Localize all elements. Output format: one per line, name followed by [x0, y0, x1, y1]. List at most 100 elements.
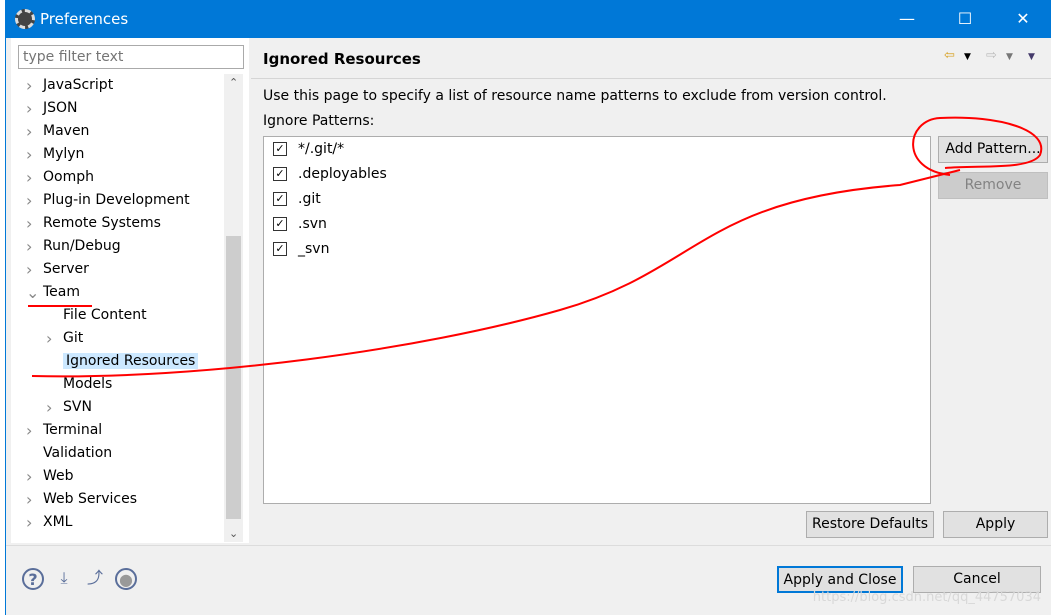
chevron-right-icon[interactable]: ›	[26, 212, 38, 235]
apply-button[interactable]: Apply	[943, 511, 1048, 538]
tree-item[interactable]: › Remote Systems	[11, 212, 223, 235]
tree-item[interactable]: Models	[11, 373, 223, 396]
help-icon[interactable]: ?	[22, 568, 44, 590]
tree-item-label: Mylyn	[43, 146, 85, 162]
tree-item[interactable]: ⌄ Team	[11, 281, 223, 304]
chevron-right-icon[interactable]: ›	[26, 235, 38, 258]
pattern-label: _svn	[298, 241, 330, 257]
view-menu-icon[interactable]: ▼	[1028, 52, 1035, 62]
chevron-right-icon[interactable]: ›	[26, 166, 38, 189]
tree-item[interactable]: › Plug-in Development	[11, 189, 223, 212]
oomph-record-icon[interactable]: ●	[115, 568, 137, 590]
tree-item-label: Web	[43, 468, 74, 484]
pattern-row[interactable]: ✓ .svn	[264, 212, 930, 237]
close-button[interactable]: ✕	[1000, 0, 1046, 38]
tree-item[interactable]: › Mylyn	[11, 143, 223, 166]
pattern-row[interactable]: ✓ */.git/*	[264, 137, 930, 162]
scrollbar-thumb[interactable]	[226, 236, 241, 519]
chevron-right-icon[interactable]: ›	[26, 74, 38, 97]
pattern-label: .svn	[298, 216, 327, 232]
chevron-right-icon[interactable]: ›	[26, 488, 38, 511]
tree-item-label: JSON	[43, 100, 78, 116]
window-title: Preferences	[40, 10, 129, 28]
tree-item-label: Remote Systems	[43, 215, 161, 231]
back-arrow-icon[interactable]: ⇦	[944, 48, 955, 63]
tree-item-label: Oomph	[43, 169, 94, 185]
watermark: https://blog.csdn.net/qq_44757034	[812, 590, 1041, 605]
remove-button[interactable]: Remove	[938, 172, 1048, 199]
maximize-button[interactable]: ☐	[942, 0, 988, 38]
preference-tree: › JavaScript › JSON › Maven › Mylyn › Oomph › Plug-…	[11, 74, 223, 534]
tree-item[interactable]: › Git	[11, 327, 223, 350]
preference-page: Ignored Resources ⇦ ▼ ⇨ ▼ ▼ Use this pag…	[251, 38, 1051, 543]
import-icon[interactable]: ⤓	[53, 568, 75, 590]
pattern-checkbox[interactable]: ✓	[273, 217, 287, 231]
chevron-right-icon[interactable]: ›	[26, 511, 38, 534]
chevron-right-icon[interactable]: ›	[26, 120, 38, 143]
scroll-down-icon[interactable]: ⌄	[229, 527, 238, 540]
filter-input[interactable]	[18, 45, 244, 69]
tree-item[interactable]: › Maven	[11, 120, 223, 143]
back-menu-icon[interactable]: ▼	[964, 52, 971, 62]
tree-item-label: Validation	[43, 445, 113, 461]
tree-item-label: File Content	[63, 307, 147, 323]
add-pattern-button[interactable]: Add Pattern...	[938, 136, 1048, 163]
tree-item-label: Models	[63, 376, 113, 392]
tree-item-label: Ignored Resources	[63, 353, 199, 369]
pattern-checkbox[interactable]: ✓	[273, 142, 287, 156]
pattern-row[interactable]: ✓ .deployables	[264, 162, 930, 187]
ignore-patterns-label: Ignore Patterns:	[263, 113, 375, 129]
tree-item-label: SVN	[63, 399, 92, 415]
tree-item[interactable]: › Run/Debug	[11, 235, 223, 258]
pattern-checkbox[interactable]: ✓	[273, 167, 287, 181]
tree-scrollbar[interactable]: ⌃ ⌄	[224, 74, 243, 542]
restore-defaults-button[interactable]: Restore Defaults	[806, 511, 934, 538]
tree-item[interactable]: Ignored Resources	[11, 350, 223, 373]
page-description: Use this page to specify a list of resou…	[263, 88, 887, 104]
tree-item[interactable]: File Content	[11, 304, 223, 327]
cancel-button[interactable]: Cancel	[913, 566, 1041, 593]
tree-item[interactable]: › JSON	[11, 97, 223, 120]
forward-arrow-icon[interactable]: ⇨	[986, 48, 997, 63]
chevron-right-icon[interactable]: ›	[46, 327, 58, 350]
tree-item[interactable]: › Oomph	[11, 166, 223, 189]
tree-item[interactable]: › Web	[11, 465, 223, 488]
tree-item-label: Run/Debug	[43, 238, 121, 254]
tree-item[interactable]: › Web Services	[11, 488, 223, 511]
chevron-right-icon[interactable]: ›	[26, 419, 38, 442]
eclipse-gear-icon	[15, 9, 35, 29]
tree-item[interactable]: › XML	[11, 511, 223, 534]
ignore-patterns-list[interactable]: ✓ */.git/* ✓ .deployables ✓ .git ✓ .svn ✓ _svn	[263, 136, 931, 504]
chevron-down-icon[interactable]: ⌄	[26, 281, 39, 304]
pattern-row[interactable]: ✓ .git	[264, 187, 930, 212]
tree-item-label: XML	[43, 514, 73, 530]
pattern-checkbox[interactable]: ✓	[273, 242, 287, 256]
preference-tree-panel: › JavaScript › JSON › Maven › Mylyn › Oomph › Plug-…	[11, 38, 249, 543]
chevron-right-icon[interactable]: ›	[26, 189, 38, 212]
pattern-checkbox[interactable]: ✓	[273, 192, 287, 206]
tree-item-label: Team	[43, 284, 81, 300]
tree-item[interactable]: › Terminal	[11, 419, 223, 442]
pattern-label: .deployables	[298, 166, 387, 182]
tree-item[interactable]: Validation	[11, 442, 223, 465]
forward-menu-icon[interactable]: ▼	[1006, 52, 1013, 62]
chevron-right-icon[interactable]: ›	[26, 258, 38, 281]
chevron-right-icon[interactable]: ›	[26, 143, 38, 166]
tree-item-label: Server	[43, 261, 89, 277]
tree-item[interactable]: › SVN	[11, 396, 223, 419]
header-separator	[251, 78, 1051, 79]
tree-item-label: Web Services	[43, 491, 138, 507]
chevron-right-icon[interactable]: ›	[26, 465, 38, 488]
export-icon[interactable]: ⤴	[84, 568, 106, 590]
apply-and-close-button[interactable]: Apply and Close	[777, 566, 903, 593]
chevron-right-icon[interactable]: ›	[26, 97, 38, 120]
scroll-up-icon[interactable]: ⌃	[229, 76, 238, 89]
minimize-button[interactable]: —	[884, 0, 930, 38]
pattern-row[interactable]: ✓ _svn	[264, 237, 930, 262]
tree-item[interactable]: › JavaScript	[11, 74, 223, 97]
tree-item[interactable]: › Server	[11, 258, 223, 281]
title-bar: Preferences — ☐ ✕	[6, 0, 1051, 38]
tree-item-label: Terminal	[43, 422, 103, 438]
chevron-right-icon[interactable]: ›	[46, 396, 58, 419]
pattern-label: .git	[298, 191, 321, 207]
